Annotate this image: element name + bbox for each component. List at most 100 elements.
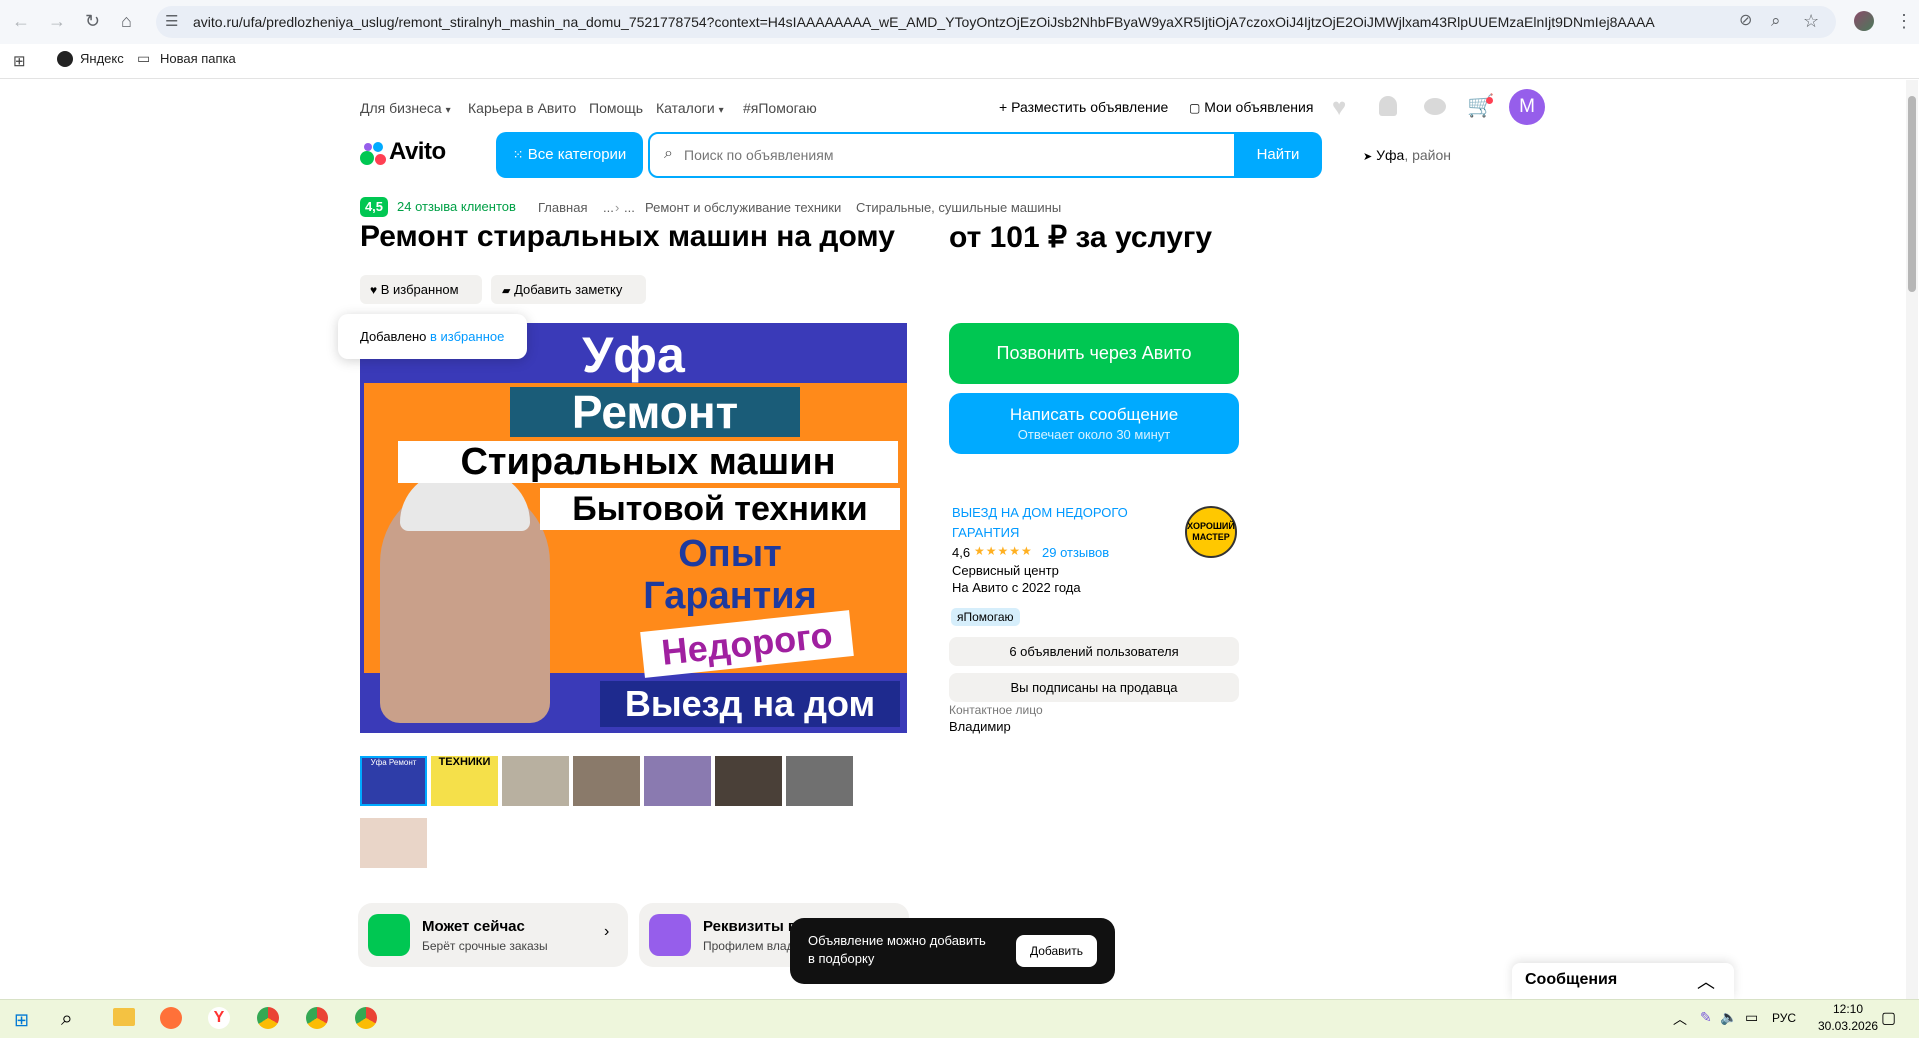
good-master-badge: ХОРОШИЙ МАСТЕР (1185, 506, 1237, 558)
thumbnail-7[interactable] (786, 756, 853, 806)
breadcrumb-separator: › (615, 200, 620, 215)
photo-line-washers: Стиральных машин (398, 441, 898, 483)
zoom-icon[interactable]: ⌕ (1771, 12, 1781, 30)
photo-line-appliances: Бытовой техники (540, 488, 900, 530)
windows-start-icon[interactable]: ⊞ (14, 1010, 29, 1031)
thumbnail-3[interactable] (502, 756, 569, 806)
nav-ya-pomogayu[interactable]: #яПомогаю (743, 100, 817, 116)
card-subtitle: Берёт срочные заказы (422, 939, 548, 953)
add-to-collection-button[interactable]: Добавить (1016, 935, 1097, 967)
chevron-down-icon: ▾ (718, 105, 724, 116)
nav-for-business[interactable]: Для бизнеса ▾ (360, 100, 451, 116)
post-ad-link[interactable]: + Разместить объявление (999, 99, 1168, 115)
star-rating-icon: ★★★★★ (974, 544, 1033, 558)
pen-icon[interactable]: ✎ (1700, 1009, 1712, 1026)
breadcrumb-washers[interactable]: Стиральные, сушильные машины (856, 200, 1061, 215)
notification-icon[interactable]: ▢ (1881, 1008, 1896, 1028)
photo-line-repair: Ремонт (510, 387, 800, 437)
search-icon[interactable]: ⌕ (61, 1007, 73, 1031)
bookmark-yandex[interactable]: Яндекс (80, 51, 124, 66)
subscribed-button[interactable]: Вы подписаны на продавца (949, 673, 1239, 702)
reviews-link[interactable]: 24 отзыва клиентов (397, 199, 516, 214)
cart-dot-badge (1486, 97, 1493, 104)
breadcrumb-ellipsis-1[interactable]: ... (603, 200, 614, 215)
card-available-now[interactable]: Может сейчас Берёт срочные заказы › (358, 903, 628, 967)
page: ← → ↻ ⌂ ☰ avito.ru/ufa/predlozheniya_usl… (0, 0, 1919, 1038)
seller-rating: 4,6 (952, 545, 971, 560)
site-info-icon[interactable]: ☰ (165, 13, 178, 31)
thumbnail-6[interactable] (715, 756, 782, 806)
seller-since: На Авито с 2022 года (952, 580, 1081, 595)
thumbnail-5[interactable] (644, 756, 711, 806)
all-categories-button[interactable]: ⁙ Все категории (496, 132, 643, 178)
clock-time[interactable]: 12:10 (1818, 1002, 1878, 1016)
nav-help[interactable]: Помощь (589, 100, 643, 116)
scrollbar-thumb[interactable] (1908, 96, 1916, 292)
nav-career[interactable]: Карьера в Авито (468, 100, 576, 116)
message-button[interactable]: Написать сообщение Отвечает около 30 мин… (949, 393, 1239, 454)
favorite-button[interactable]: ♥ В избранном (360, 275, 482, 304)
chrome-icon[interactable] (306, 1007, 328, 1029)
avito-logo-icon[interactable] (360, 141, 386, 167)
message-response-time: Отвечает около 30 минут (1017, 427, 1171, 442)
menu-dots-icon[interactable]: ⋮ (1895, 12, 1913, 30)
folder-icon: ▭ (137, 50, 151, 66)
seller-name[interactable]: ВЫЕЗД НА ДОМ НЕДОРОГО (952, 505, 1128, 520)
browser-toolbar: ← → ↻ ⌂ ☰ avito.ru/ufa/predlozheniya_usl… (0, 0, 1919, 44)
message-button-label: Написать сообщение (1009, 405, 1179, 424)
favorite-toast: Добавлено в избранное (338, 314, 527, 359)
search-input[interactable]: ⌕ Поиск по объявлениям (648, 132, 1320, 178)
chevron-up-icon[interactable]: ︿ (1697, 968, 1715, 994)
location-selector[interactable]: ➤ Уфа, район (1363, 147, 1451, 163)
chevron-down-icon: ▾ (445, 105, 451, 116)
call-button[interactable]: Позвонить через Авито (949, 323, 1239, 384)
chrome-icon[interactable] (257, 1007, 279, 1029)
search-icon: ⌕ (664, 145, 673, 162)
tray-chevron-icon[interactable]: ︿ (1673, 1009, 1687, 1029)
heart-icon[interactable]: ♥ (1332, 94, 1346, 122)
add-note-button[interactable]: ▰ Добавить заметку (491, 275, 646, 304)
home-icon[interactable]: ⌂ (121, 12, 132, 30)
network-icon[interactable]: ▭ (1745, 1009, 1758, 1026)
user-avatar[interactable]: M (1509, 89, 1545, 125)
reload-icon[interactable]: ↻ (85, 12, 100, 30)
language-indicator[interactable]: РУС (1772, 1011, 1796, 1025)
card-title: Может сейчас (422, 918, 525, 935)
main-photo[interactable]: Уфа Ремонт Стиральных машин Бытовой техн… (360, 323, 907, 733)
thumbnail-8[interactable] (360, 818, 427, 868)
breadcrumb-ellipsis-2[interactable]: ... (624, 200, 635, 215)
thumbnail-4[interactable] (573, 756, 640, 806)
back-icon[interactable]: ← (12, 12, 30, 30)
bookmark-new-folder[interactable]: Новая папка (160, 51, 236, 66)
toast-favorites-link[interactable]: в избранное (430, 329, 504, 344)
breadcrumb-service[interactable]: Ремонт и обслуживание техники (645, 200, 841, 215)
breadcrumb-home[interactable]: Главная (538, 200, 587, 215)
clock-date[interactable]: 30.03.2026 (1818, 1019, 1878, 1033)
thumbnail-2[interactable]: ТЕХНИКИ (431, 756, 498, 806)
apps-icon[interactable]: ⊞ (13, 52, 26, 70)
nav-catalogs[interactable]: Каталоги ▾ (656, 100, 724, 116)
volume-icon[interactable]: 🔈 (1720, 1009, 1737, 1026)
yandex-browser-icon[interactable]: Y (208, 1007, 230, 1029)
profile-avatar-icon[interactable] (1854, 11, 1874, 31)
avito-logo-text[interactable]: Avito (389, 138, 446, 166)
seller-name-line2[interactable]: ГАРАНТИЯ (952, 525, 1019, 540)
user-ads-button[interactable]: 6 объявлений пользователя (949, 637, 1239, 666)
ya-pomogayu-tag[interactable]: яПомогаю (951, 608, 1020, 626)
star-icon[interactable]: ☆ (1803, 12, 1819, 30)
thumbnail-1[interactable]: Уфа Ремонт (360, 756, 427, 806)
grid-icon: ⁙ (512, 147, 524, 162)
search-button[interactable]: Найти (1234, 132, 1322, 178)
bell-icon[interactable] (1379, 96, 1397, 116)
location-blocked-icon[interactable]: ⊘ (1739, 12, 1752, 30)
forward-icon[interactable]: → (48, 12, 66, 30)
contact-label: Контактное лицо (949, 703, 1043, 717)
firefox-icon[interactable] (160, 1007, 182, 1029)
seller-reviews-link[interactable]: 29 отзывов (1042, 545, 1109, 560)
chat-icon[interactable] (1424, 98, 1446, 115)
chrome-icon[interactable] (355, 1007, 377, 1029)
my-ads-link[interactable]: ▢ Мои объявления (1189, 99, 1313, 115)
contact-name: Владимир (949, 719, 1011, 734)
file-explorer-icon[interactable] (113, 1008, 135, 1026)
messages-bar[interactable]: Сообщения ︿ (1512, 963, 1734, 999)
